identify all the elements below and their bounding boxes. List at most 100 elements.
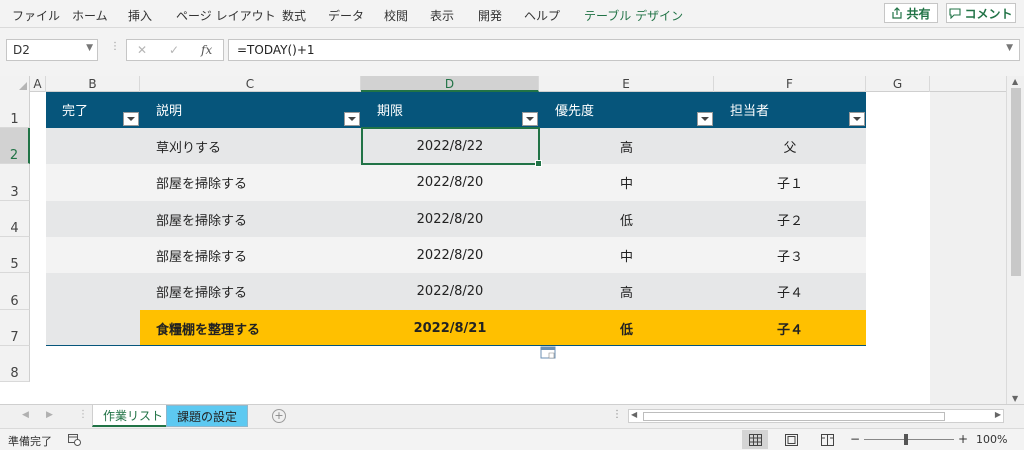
column-header-e[interactable]: E xyxy=(539,76,714,92)
cell-owner[interactable]: 子３ xyxy=(714,237,866,273)
insert-function-icon[interactable]: fx xyxy=(201,43,212,57)
add-sheet-icon[interactable]: + xyxy=(272,409,286,423)
cell-description[interactable]: 部屋を掃除する xyxy=(140,201,361,237)
column-header-b[interactable]: B xyxy=(46,76,140,92)
cell-priority[interactable]: 高 xyxy=(539,273,714,310)
formula-input[interactable]: =TODAY()+1 ▼ xyxy=(228,39,1020,61)
row-header-6[interactable]: 6 xyxy=(0,273,30,310)
enter-icon[interactable]: ✓ xyxy=(169,43,179,57)
select-all-corner[interactable] xyxy=(0,76,30,92)
vertical-scroll-thumb[interactable] xyxy=(1011,88,1021,276)
tab-bar-grip: ⋮ xyxy=(78,409,88,420)
cell-description[interactable]: 草刈りする xyxy=(140,128,361,164)
share-button[interactable]: 共有 xyxy=(884,3,938,23)
prev-sheet-icon[interactable]: ◀ xyxy=(22,410,29,420)
cell-due[interactable]: 2022/8/20 xyxy=(361,273,539,310)
tab-home[interactable]: ホーム xyxy=(72,7,108,24)
vertical-scrollbar[interactable]: ▲ ▼ xyxy=(1006,76,1024,404)
tab-help[interactable]: ヘルプ xyxy=(524,7,560,24)
comment-button[interactable]: コメント xyxy=(946,3,1016,23)
tab-table-design[interactable]: テーブル デザイン xyxy=(584,7,683,24)
cell-description[interactable]: 部屋を掃除する xyxy=(140,164,361,201)
row-header-7[interactable]: 7 xyxy=(0,310,30,346)
cell-owner[interactable]: 子４ xyxy=(714,273,866,310)
filter-dropdown-owner[interactable] xyxy=(849,112,865,126)
worksheet-grid[interactable]: A B C D E F G 1 2 3 4 5 6 7 8 完了 説明 期限 優… xyxy=(0,76,1006,404)
cell-done[interactable] xyxy=(46,201,140,237)
row-header-3[interactable]: 3 xyxy=(0,164,30,201)
filter-dropdown-priority[interactable] xyxy=(697,112,713,126)
cell-owner[interactable]: 子１ xyxy=(714,164,866,201)
tab-data[interactable]: データ xyxy=(328,7,364,24)
cell-done[interactable] xyxy=(46,237,140,273)
filter-dropdown-due[interactable] xyxy=(522,112,538,126)
column-header-f[interactable]: F xyxy=(714,76,866,92)
tab-formulas[interactable]: 数式 xyxy=(282,7,306,24)
filter-dropdown-done[interactable] xyxy=(123,112,139,126)
cell-due[interactable]: 2022/8/21 xyxy=(361,310,539,346)
row-header-4[interactable]: 4 xyxy=(0,201,30,237)
tab-file[interactable]: ファイル xyxy=(12,7,60,24)
cell-done[interactable] xyxy=(46,164,140,201)
cell-description[interactable]: 部屋を掃除する xyxy=(140,237,361,273)
cell-priority[interactable]: 低 xyxy=(539,201,714,237)
cell-owner[interactable]: 子４ xyxy=(714,310,866,346)
scroll-left-icon[interactable]: ◀ xyxy=(631,410,637,419)
scroll-right-icon[interactable]: ▶ xyxy=(995,410,1001,419)
normal-view-button[interactable] xyxy=(742,430,768,449)
cell-description[interactable]: 部屋を掃除する xyxy=(140,273,361,310)
page-break-view-button[interactable] xyxy=(814,430,840,449)
sheet-tab-work-list[interactable]: 作業リスト xyxy=(92,405,175,427)
page-layout-view-button[interactable] xyxy=(778,430,804,449)
cell-done[interactable] xyxy=(46,273,140,310)
horizontal-scrollbar[interactable]: ◀ ▶ xyxy=(628,409,1004,423)
cell-due[interactable]: 2022/8/20 xyxy=(361,201,539,237)
tab-developer[interactable]: 開発 xyxy=(478,7,502,24)
row-header-8[interactable]: 8 xyxy=(0,346,30,382)
zoom-slider-track[interactable] xyxy=(864,439,954,440)
cell-owner[interactable]: 父 xyxy=(714,128,866,164)
column-header-c[interactable]: C xyxy=(140,76,361,92)
cell-description[interactable]: 食糧棚を整理する xyxy=(140,310,361,346)
horizontal-scroll-thumb[interactable] xyxy=(643,412,945,421)
cell-priority[interactable]: 中 xyxy=(539,164,714,201)
sheet-tab-task-settings[interactable]: 課題の設定 xyxy=(166,405,249,427)
row-header-5[interactable]: 5 xyxy=(0,237,30,273)
cancel-icon[interactable]: ✕ xyxy=(137,43,147,57)
tab-view[interactable]: 表示 xyxy=(430,7,454,24)
next-sheet-icon[interactable]: ▶ xyxy=(46,410,53,420)
zoom-level[interactable]: 100% xyxy=(976,433,1007,446)
scroll-down-icon[interactable]: ▼ xyxy=(1012,394,1018,403)
cell-priority[interactable]: 低 xyxy=(539,310,714,346)
cell-due[interactable]: 2022/8/20 xyxy=(361,237,539,273)
table-header-row: 完了 説明 期限 優先度 担当者 xyxy=(46,92,866,128)
status-bar: 準備完了 − + 100% xyxy=(0,428,1024,450)
row-header-2[interactable]: 2 xyxy=(0,128,30,164)
name-box[interactable]: D2 ▼ xyxy=(6,39,98,61)
column-header-a[interactable]: A xyxy=(30,76,46,92)
ribbon-tabs: ファイル ホーム 挿入 ページ レイアウト 数式 データ 校閲 表示 開発 ヘル… xyxy=(0,0,1024,28)
column-header-g[interactable]: G xyxy=(866,76,930,92)
cell-done[interactable] xyxy=(46,128,140,164)
chevron-down-icon[interactable]: ▼ xyxy=(86,43,93,53)
filter-dropdown-description[interactable] xyxy=(344,112,360,126)
tab-insert[interactable]: 挿入 xyxy=(128,7,152,24)
zoom-out-button[interactable]: − xyxy=(850,432,860,446)
name-box-value: D2 xyxy=(13,43,30,57)
zoom-in-button[interactable]: + xyxy=(958,432,968,446)
cell-due[interactable]: 2022/8/20 xyxy=(361,164,539,201)
tab-page-layout[interactable]: ページ レイアウト xyxy=(176,7,276,24)
cell-priority[interactable]: 高 xyxy=(539,128,714,164)
cell-done[interactable] xyxy=(46,310,140,346)
row-header-1[interactable]: 1 xyxy=(0,92,30,128)
zoom-slider-thumb[interactable] xyxy=(904,434,908,445)
column-header-d[interactable]: D xyxy=(361,76,539,92)
macro-record-icon[interactable] xyxy=(68,434,81,446)
tab-review[interactable]: 校閲 xyxy=(384,7,408,24)
grid-gray-area xyxy=(930,92,1006,404)
quick-analysis-icon[interactable] xyxy=(540,346,558,360)
expand-formula-icon[interactable]: ▼ xyxy=(1006,43,1013,53)
cell-owner[interactable]: 子２ xyxy=(714,201,866,237)
scroll-up-icon[interactable]: ▲ xyxy=(1012,77,1018,86)
cell-priority[interactable]: 中 xyxy=(539,237,714,273)
